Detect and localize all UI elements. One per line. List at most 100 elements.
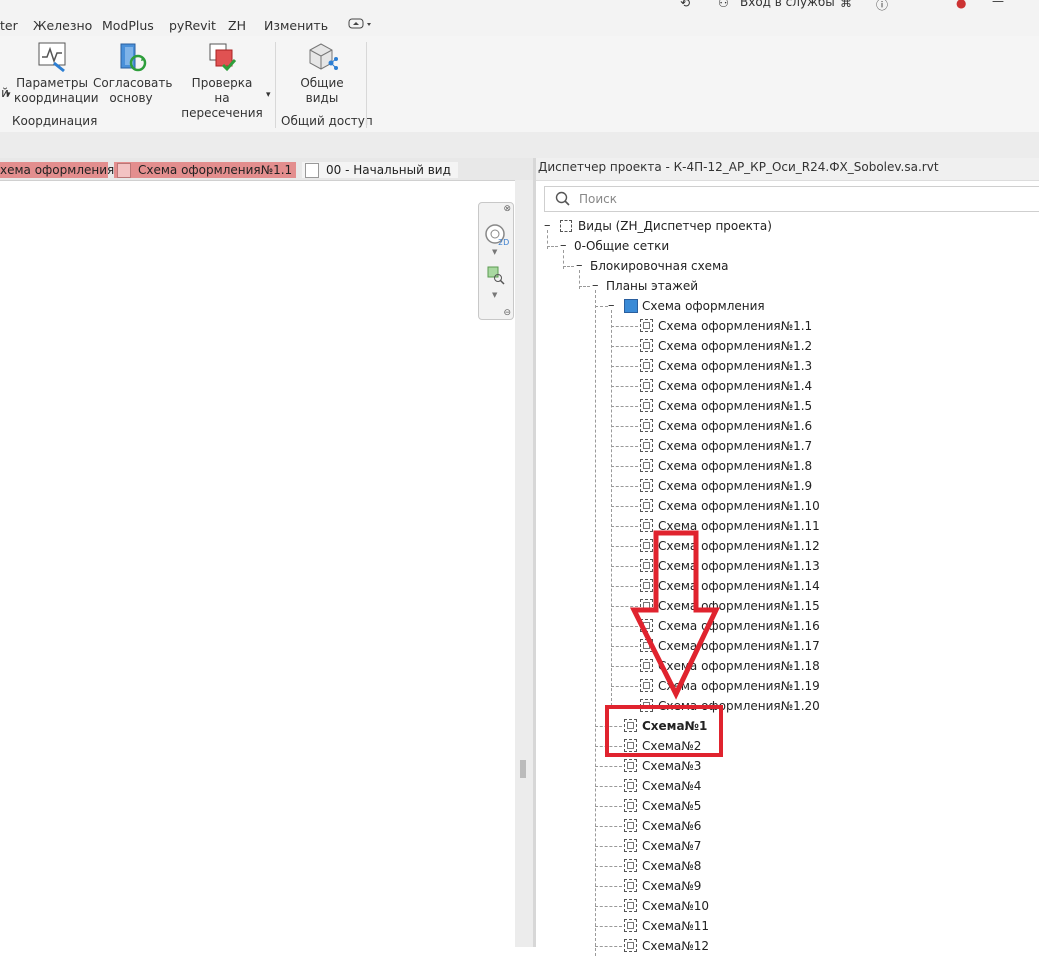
- tree-item-design-scheme[interactable]: Схема оформления: [642, 296, 765, 316]
- tree-item-scheme-child[interactable]: Схема оформления№1.2: [658, 336, 812, 356]
- menu-item-modplus[interactable]: ModPlus: [102, 18, 154, 33]
- tree-root-views[interactable]: Виды (ZH_Диспетчер проекта): [578, 216, 772, 236]
- tree-item-scheme-child[interactable]: Схема оформления№1.17: [658, 636, 820, 656]
- tree-item-scheme-child[interactable]: Схема оформления№1.4: [658, 376, 812, 396]
- tree-item-floor-plans[interactable]: Планы этажей: [606, 276, 698, 296]
- chevron-down-icon[interactable]: ▼: [492, 291, 497, 299]
- view-icon: [640, 339, 653, 352]
- tree-item-scheme[interactable]: Схема№1: [642, 716, 707, 736]
- tree-item-scheme[interactable]: Схема№8: [642, 856, 701, 876]
- vertical-scrollbar[interactable]: [515, 180, 533, 947]
- reconcile-button[interactable]: Согласовать основу: [93, 41, 172, 106]
- tree-item-scheme-child[interactable]: Схема оформления№1.15: [658, 596, 820, 616]
- menu-item-zh[interactable]: ZH: [228, 18, 246, 33]
- tab-start-view[interactable]: 00 - Начальный вид: [302, 162, 458, 178]
- tree-item-scheme-child[interactable]: Схема оформления№1.5: [658, 396, 812, 416]
- coordination-params-button[interactable]: Параметры координации: [14, 41, 99, 106]
- tree-item-scheme[interactable]: Схема№6: [642, 816, 701, 836]
- menu-item-zhelezno[interactable]: Железно: [33, 18, 92, 33]
- scroll-thumb[interactable]: [520, 760, 526, 778]
- customize-icon[interactable]: ⊖: [503, 308, 511, 318]
- chevron-down-icon[interactable]: ▼: [492, 248, 497, 256]
- tab-scheme-1-1[interactable]: Схема оформления№1.1: [114, 162, 296, 178]
- tree-item-general-grids[interactable]: 0-Общие сетки: [574, 236, 669, 256]
- tree-connector-line: [595, 906, 622, 907]
- view-icon: [640, 579, 653, 592]
- user-icon[interactable]: ⚇: [718, 0, 729, 10]
- tree-connector-line: [595, 786, 622, 787]
- tree-connector-line: [595, 290, 596, 956]
- ribbon-toggle-icon[interactable]: [348, 17, 374, 34]
- clash-dropdown-icon[interactable]: ▾: [266, 88, 271, 103]
- folder-view-icon: [624, 299, 638, 313]
- menu-item-modify[interactable]: Изменить: [264, 18, 328, 33]
- tree-item-scheme-child[interactable]: Схема оформления№1.13: [658, 556, 820, 576]
- view-tab-icon: [305, 163, 319, 178]
- tab-label: 00 - Начальный вид: [326, 163, 451, 177]
- tree-item-scheme[interactable]: Схема№4: [642, 776, 701, 796]
- view-icon: [640, 619, 653, 632]
- tree-item-scheme[interactable]: Схема№12: [642, 936, 709, 956]
- tree-item-blocking-scheme[interactable]: Блокировочная схема: [590, 256, 728, 276]
- view-icon: [624, 899, 637, 912]
- reconcile-label-2: основу: [109, 91, 153, 105]
- tree-connector-line: [611, 666, 638, 667]
- shared-views-button[interactable]: Общие виды: [290, 41, 354, 106]
- view-icon: [624, 759, 637, 772]
- menu-item-ter[interactable]: ter: [0, 18, 18, 33]
- sign-in-link[interactable]: Вход в службы: [740, 0, 835, 9]
- search-input[interactable]: Поиск: [544, 186, 1039, 212]
- view-icon: [640, 379, 653, 392]
- tree-item-scheme-child[interactable]: Схема оформления№1.14: [658, 576, 820, 596]
- help-icon[interactable]: ⟲: [680, 0, 690, 10]
- close-icon[interactable]: ⊗: [503, 204, 511, 214]
- notification-icon[interactable]: ●: [956, 0, 966, 10]
- tree-item-scheme-child[interactable]: Схема оформления№1.7: [658, 436, 812, 456]
- exchange-icon[interactable]: ⌘: [840, 0, 852, 10]
- view-tab-icon: [117, 163, 131, 178]
- tree-item-scheme-child[interactable]: Схема оформления№1.9: [658, 476, 812, 496]
- view-icon: [640, 519, 653, 532]
- view-icon: [624, 939, 637, 952]
- clash-check-label-1: Проверка: [191, 76, 253, 90]
- tree-item-scheme-child[interactable]: Схема оформления№1.6: [658, 416, 812, 436]
- tree-item-scheme[interactable]: Схема№2: [642, 736, 701, 756]
- view-tab-bar: хема оформления Схема оформления№1.1 00 …: [0, 158, 533, 180]
- tree-connector-line: [611, 386, 638, 387]
- tree-item-scheme-child[interactable]: Схема оформления№1.1: [658, 316, 812, 336]
- view-icon: [640, 459, 653, 472]
- dropdown-arrow-icon[interactable]: ▾: [6, 88, 11, 103]
- view-icon: [624, 799, 637, 812]
- tree-item-scheme-child[interactable]: Схема оформления№1.16: [658, 616, 820, 636]
- info-icon[interactable]: ⓘ: [876, 0, 888, 13]
- coordination-params-label-1: Параметры: [16, 76, 88, 90]
- tree-item-scheme[interactable]: Схема№3: [642, 756, 701, 776]
- panel-separator: [275, 42, 276, 128]
- tree-item-scheme[interactable]: Схема№10: [642, 896, 709, 916]
- tree-item-scheme-child[interactable]: Схема оформления№1.12: [658, 536, 820, 556]
- tree-connector-line: [611, 466, 638, 467]
- minimize-icon[interactable]: —: [992, 0, 1004, 8]
- tree-item-scheme[interactable]: Схема№5: [642, 796, 701, 816]
- tree-connector-line: [595, 846, 622, 847]
- tree-item-scheme[interactable]: Схема№9: [642, 876, 701, 896]
- tab-scheme[interactable]: хема оформления: [0, 162, 114, 178]
- tree-item-scheme-child[interactable]: Схема оформления№1.8: [658, 456, 812, 476]
- tree-item-scheme-child[interactable]: Схема оформления№1.3: [658, 356, 812, 376]
- zoom-region-icon[interactable]: [486, 265, 506, 285]
- menu-item-pyrevit[interactable]: pyRevit: [169, 18, 216, 33]
- tree-item-scheme-child[interactable]: Схема оформления№1.11: [658, 516, 820, 536]
- tree-connector-line: [579, 286, 590, 287]
- steering-wheel-2d-icon[interactable]: 2D: [483, 223, 511, 247]
- tree-item-scheme[interactable]: Схема№7: [642, 836, 701, 856]
- tree-connector-line: [611, 346, 638, 347]
- tree-connector-line: [611, 586, 638, 587]
- tree-item-scheme-child[interactable]: Схема оформления№1.19: [658, 676, 820, 696]
- tree-item-scheme-child[interactable]: Схема оформления№1.20: [658, 696, 820, 716]
- tree-connector-line: [611, 546, 638, 547]
- tree-item-scheme-child[interactable]: Схема оформления№1.10: [658, 496, 820, 516]
- clash-check-button[interactable]: Проверка на пересечения: [175, 41, 269, 121]
- tree-item-scheme-child[interactable]: Схема оформления№1.18: [658, 656, 820, 676]
- tree-item-scheme[interactable]: Схема№11: [642, 916, 709, 936]
- drawing-area[interactable]: [0, 180, 515, 948]
